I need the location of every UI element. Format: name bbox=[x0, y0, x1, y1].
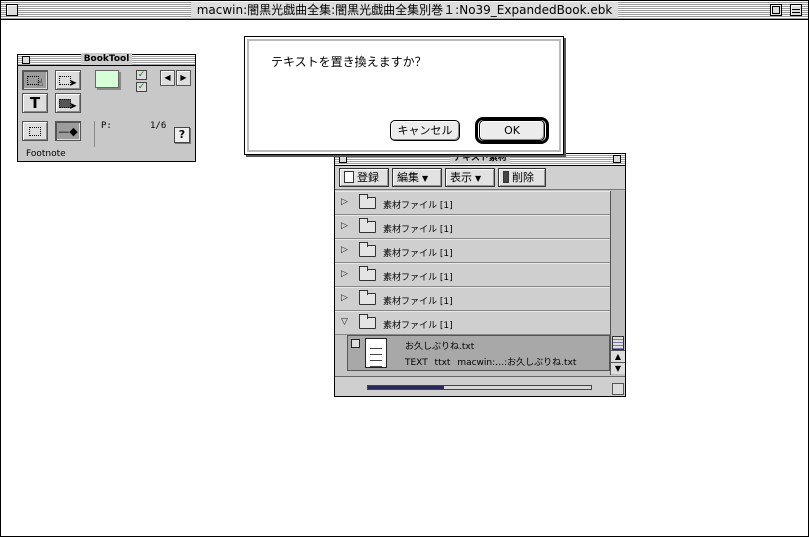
edit-label: 編集 bbox=[397, 171, 419, 184]
checkbox-1[interactable]: ✓ bbox=[136, 70, 147, 80]
folder-label: 素材ファイル [1] bbox=[383, 201, 453, 211]
trash-icon bbox=[503, 171, 509, 183]
booktool-title: BookTool bbox=[80, 53, 133, 65]
booktool-titlebar[interactable]: BookTool bbox=[18, 53, 195, 66]
frame-icon bbox=[26, 75, 39, 85]
register-label: 登録 bbox=[357, 171, 379, 184]
horizontal-track[interactable] bbox=[367, 385, 592, 390]
list-item[interactable]: ▷ 素材ファイル [1] bbox=[335, 239, 610, 263]
delete-button[interactable]: 削除 bbox=[498, 168, 546, 187]
material-list: ▷ 素材ファイル [1] ▷ 素材ファイル [1] ▷ 素材ファイル [1] ▷… bbox=[335, 191, 610, 375]
text-material-window: テキスト素材 登録 編集 ▼ 表示 ▼ 削除 ▷ 素材ファイル [1] ▷ 素材ファ… bbox=[334, 152, 626, 397]
hand-tool-button[interactable]: ☝ bbox=[22, 70, 48, 90]
ok-button[interactable]: OK bbox=[479, 120, 545, 141]
link-line-icon: —◆ bbox=[58, 124, 78, 138]
page-value: 1/6 bbox=[150, 121, 167, 131]
list-item[interactable]: ▷ 素材ファイル [1] bbox=[335, 191, 610, 215]
booktool-close-icon[interactable] bbox=[22, 56, 30, 64]
disclosure-triangle-icon[interactable]: ▷ bbox=[341, 293, 348, 303]
folder-label: 素材ファイル [1] bbox=[383, 297, 453, 307]
resize-handle-icon[interactable] bbox=[612, 383, 624, 395]
select-box-icon[interactable] bbox=[351, 339, 360, 348]
cancel-button[interactable]: キャンセル bbox=[390, 120, 460, 141]
file-item[interactable]: お久しぶりね.txt TEXT ttxt macwin:…:お久しぶりね.txt bbox=[347, 335, 610, 371]
disclosure-triangle-icon[interactable]: ▷ bbox=[341, 269, 348, 279]
folder-icon bbox=[359, 194, 376, 209]
next-page-button[interactable]: ▶ bbox=[176, 70, 191, 86]
scroll-up-arrow-icon[interactable]: ▲ bbox=[611, 350, 625, 362]
folder-label: 素材ファイル [1] bbox=[383, 225, 453, 235]
dropdown-arrow-icon: ▼ bbox=[422, 174, 429, 183]
delete-label: 削除 bbox=[512, 171, 534, 184]
frame-icon bbox=[29, 126, 41, 136]
zoom-box-icon[interactable] bbox=[770, 4, 782, 16]
checkbox-2[interactable]: ✓ bbox=[136, 82, 147, 92]
link-tool-button[interactable]: —◆ bbox=[55, 121, 81, 141]
close-box-icon[interactable] bbox=[6, 4, 18, 16]
window-title: macwin:闇黒光戯曲全集:闇黒光戯曲全集別巻１:No39_ExpandedB… bbox=[190, 2, 619, 18]
file-name: お久しぶりね.txt bbox=[405, 342, 475, 352]
list-item[interactable]: ▷ 素材ファイル [1] bbox=[335, 263, 610, 287]
text-tool-button[interactable]: T bbox=[22, 93, 48, 113]
folder-icon bbox=[359, 242, 376, 257]
frame-select-tool-button[interactable]: ➤ bbox=[55, 93, 81, 113]
horizontal-progress-fill bbox=[368, 386, 444, 389]
filled-frame-icon bbox=[58, 98, 71, 108]
select-tool-button[interactable]: ➤ bbox=[55, 70, 81, 90]
prev-page-button[interactable]: ◀ bbox=[160, 70, 175, 86]
color-swatch[interactable] bbox=[95, 70, 119, 88]
text-document-icon bbox=[365, 338, 387, 368]
folder-icon bbox=[359, 266, 376, 281]
edit-menu-button[interactable]: 編集 ▼ bbox=[392, 168, 442, 187]
replace-text-dialog: テキストを置き換えますか？ キャンセル OK bbox=[244, 36, 564, 155]
scroll-thumb[interactable] bbox=[612, 336, 624, 350]
collapse-box-icon[interactable] bbox=[790, 4, 802, 16]
disclosure-triangle-icon[interactable]: ▷ bbox=[341, 221, 348, 231]
folder-label: 素材ファイル [1] bbox=[383, 249, 453, 259]
file-meta: TEXT ttxt macwin:…:お久しぶりね.txt bbox=[405, 358, 577, 368]
document-icon bbox=[344, 171, 354, 183]
disclosure-triangle-open-icon[interactable]: ▽ bbox=[341, 317, 348, 327]
view-label: 表示 bbox=[450, 171, 472, 184]
list-item[interactable]: ▷ 素材ファイル [1] bbox=[335, 215, 610, 239]
dialog-message: テキストを置き換えますか？ bbox=[271, 55, 427, 69]
window-titlebar[interactable]: macwin:闇黒光戯曲全集:闇黒光戯曲全集別巻１:No39_ExpandedB… bbox=[1, 1, 808, 20]
dropdown-arrow-icon: ▼ bbox=[475, 174, 482, 183]
frame-tool-button[interactable] bbox=[22, 121, 48, 141]
horizontal-scrollbar[interactable] bbox=[335, 376, 625, 396]
material-zoom-icon[interactable] bbox=[613, 155, 621, 163]
list-item[interactable]: ▷ 素材ファイル [1] bbox=[335, 287, 610, 311]
disclosure-triangle-icon[interactable]: ▷ bbox=[341, 197, 348, 207]
disclosure-triangle-icon[interactable]: ▷ bbox=[341, 245, 348, 255]
folder-label: 素材ファイル [1] bbox=[383, 273, 453, 283]
material-titlebar[interactable]: テキスト素材 bbox=[335, 152, 625, 166]
register-button[interactable]: 登録 bbox=[339, 168, 389, 187]
folder-icon bbox=[359, 218, 376, 233]
help-button[interactable]: ? bbox=[174, 127, 190, 143]
material-toolbar: 登録 編集 ▼ 表示 ▼ 削除 bbox=[335, 166, 625, 190]
folder-icon bbox=[359, 290, 376, 305]
page-label: P: bbox=[101, 121, 112, 131]
footnote-label: Footnote bbox=[26, 149, 66, 159]
list-item-expanded[interactable]: ▽ 素材ファイル [1] bbox=[335, 311, 610, 335]
folder-icon bbox=[359, 314, 376, 329]
material-close-icon[interactable] bbox=[339, 155, 347, 163]
view-menu-button[interactable]: 表示 ▼ bbox=[445, 168, 495, 187]
frame-icon bbox=[58, 75, 71, 85]
booktool-palette: BookTool ☝ ➤ T ➤ —◆ ✓ ✓ ◀ ▶ P: 1/6 ? Foo… bbox=[17, 53, 196, 162]
scroll-down-arrow-icon[interactable]: ▼ bbox=[611, 362, 625, 374]
vertical-scrollbar[interactable]: ▲ ▼ bbox=[610, 191, 625, 375]
folder-label: 素材ファイル [1] bbox=[383, 321, 453, 331]
